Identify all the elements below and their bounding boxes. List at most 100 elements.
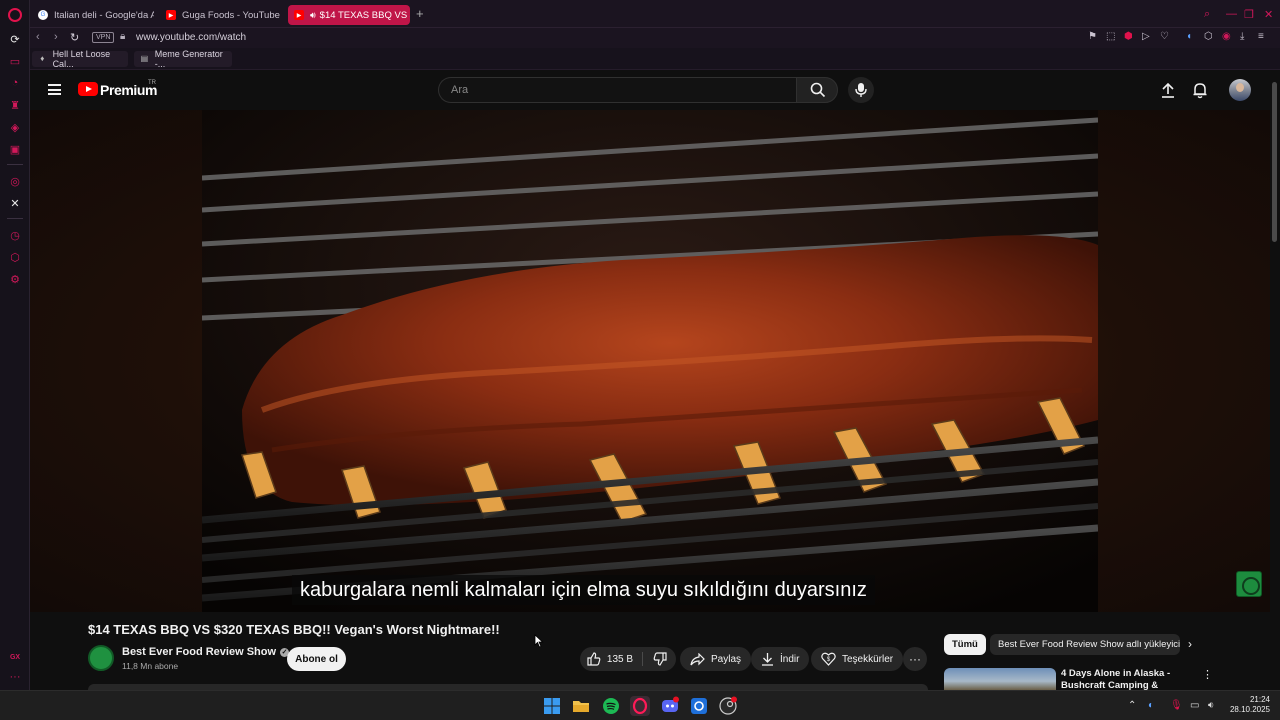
speed-dial-icon[interactable]: ▭ [8, 54, 22, 68]
profile-icon[interactable]: ◉ [1222, 31, 1231, 42]
tab-google[interactable]: G Italian deli - Google'da Ara [32, 5, 154, 25]
snapshot-icon[interactable]: ⬚ [1106, 31, 1115, 42]
x-twitter-icon[interactable]: ✕ [8, 196, 22, 210]
thanks-button[interactable]: $ Teşekkürler [811, 647, 904, 671]
bookmark-meme-generator[interactable]: ▤ Meme Generator -... [134, 49, 232, 69]
account-avatar[interactable] [1229, 79, 1251, 101]
bookmark-page-icon[interactable]: ⚑ [1088, 31, 1097, 42]
opera-gx-taskbar-icon[interactable] [630, 696, 650, 716]
thumbs-up-icon [587, 652, 601, 666]
channel-avatar[interactable] [88, 645, 114, 671]
channel-name[interactable]: Best Ever Food Review Show ✓ [122, 646, 290, 658]
share-button[interactable]: Paylaş [680, 647, 752, 671]
tray-chevron-up-icon[interactable]: ⌃ [1128, 700, 1136, 711]
reload-icon[interactable]: ⟳ [8, 32, 22, 46]
discord-icon[interactable] [660, 696, 680, 716]
clock-time: 21:24 [1249, 695, 1270, 704]
notifications-bell-icon[interactable] [1191, 81, 1209, 99]
recommendation-title[interactable]: 4 Days Alone in Alaska - Bushcraft Campi… [1061, 668, 1196, 690]
search-tabs-icon[interactable]: ⌕ [1204, 8, 1210, 21]
clock-icon[interactable]: ◷ [8, 228, 22, 242]
youtube-logo-icon[interactable] [78, 82, 98, 96]
like-dislike-group: 135 B [580, 647, 676, 671]
chip-all[interactable]: Tümü [944, 634, 986, 655]
upload-icon[interactable] [1159, 81, 1177, 99]
speaker-icon[interactable]: 🔊︎ [310, 10, 316, 21]
bookmark-label: Hell Let Loose Cal... [52, 49, 111, 69]
channel-watermark-icon[interactable] [1236, 571, 1262, 597]
video-title: $14 TEXAS BBQ VS $320 TEXAS BBQ!! Vegan'… [88, 622, 500, 637]
subscribe-button[interactable]: Abone ol [287, 647, 346, 671]
settings-icon[interactable]: ⚙ [8, 272, 22, 286]
bookmark-label: Meme Generator -... [154, 49, 223, 69]
search-input[interactable] [439, 78, 796, 102]
download-button[interactable]: İndir [751, 647, 810, 671]
tray-mic-icon[interactable]: 🎙︎ [1170, 700, 1183, 711]
twitch-icon[interactable]: ▣ [8, 142, 22, 156]
minimize-icon[interactable]: — [1226, 8, 1237, 20]
dislike-button[interactable] [644, 647, 676, 671]
taskbar-clock[interactable]: 21:24 28.10.2025 [1226, 695, 1270, 715]
scrollbar-thumb[interactable] [1272, 82, 1277, 242]
share-label: Paylaş [711, 653, 742, 665]
tab-texas-bbq[interactable]: ▶ 🔊︎ $14 TEXAS BBQ VS $320 TEXAS BBQ!! V… [288, 5, 410, 25]
tray-volume-icon[interactable]: 🔉︎ [1208, 700, 1214, 711]
gx-control-icon[interactable]: ♜ [8, 98, 22, 112]
hamburger-menu-icon[interactable] [48, 84, 61, 95]
opera-logo-icon[interactable] [8, 8, 22, 22]
channel-name-text[interactable]: Best Ever Food Review Show [122, 646, 276, 658]
video-player[interactable] [202, 110, 1098, 612]
forward-icon[interactable]: › [54, 31, 58, 43]
player-icon[interactable]: ▷ [1142, 31, 1150, 42]
chevron-right-icon[interactable]: › [1188, 637, 1192, 651]
tab-bar: G Italian deli - Google'da Ara ▶ Guga Fo… [30, 0, 1280, 28]
recommendation-thumbnail[interactable] [944, 668, 1056, 690]
search-box [438, 77, 796, 103]
tab-guga-foods[interactable]: ▶ Guga Foods - YouTube [160, 5, 282, 25]
steam-icon[interactable] [718, 696, 738, 716]
lock-icon[interactable]: 🔒︎ [120, 31, 125, 42]
back-icon[interactable]: ‹ [36, 31, 40, 43]
windows-start-icon[interactable] [542, 696, 562, 716]
page-scrollbar[interactable] [1270, 70, 1280, 690]
file-explorer-icon[interactable] [571, 696, 591, 716]
url-field[interactable]: www.youtube.com/watch [136, 32, 246, 43]
video-frame-ribs-on-grill [202, 110, 1098, 612]
restore-icon[interactable]: ❐ [1244, 8, 1254, 21]
tray-app-icon[interactable]: ◐ [1148, 700, 1154, 711]
bookmark-hell-let-loose[interactable]: ♦ Hell Let Loose Cal... [32, 49, 128, 69]
thumbs-down-icon [653, 652, 667, 666]
extension-icon[interactable]: ◖ [1186, 31, 1192, 42]
app-blue-icon[interactable] [689, 696, 709, 716]
new-tab-plus-icon[interactable]: + [416, 7, 424, 21]
adblock-icon[interactable]: ⬢ [1124, 31, 1133, 42]
chip-from-uploader[interactable]: Best Ever Food Review Show adlı yükleyic… [990, 634, 1180, 655]
windows-taskbar: ⌃ ◐ 🎙︎ ▭ 🔉︎ 21:24 28.10.2025 [0, 690, 1280, 720]
tray-network-icon[interactable]: ▭ [1190, 700, 1199, 711]
sidebar-divider [7, 218, 23, 219]
reload-icon[interactable]: ↻ [70, 31, 79, 44]
voice-search-button[interactable] [848, 77, 874, 103]
heart-icon[interactable]: ♡ [1160, 31, 1169, 42]
menu-icon[interactable]: ≡ [1258, 31, 1264, 42]
vpn-badge[interactable]: VPN [92, 32, 115, 43]
opera-sidebar: ⟳ ▭ ◔ ♜ ◈ ▣ ◎ ✕ ◷ ⬡ ⚙ GX ··· [0, 0, 30, 690]
extensions-puzzle-icon[interactable]: ⬡ [1204, 31, 1213, 42]
youtube-icon: ▶ [294, 10, 304, 20]
recommendation-menu-icon[interactable]: ⋮ [1202, 668, 1213, 681]
svg-text:$: $ [827, 657, 831, 663]
extensions-icon[interactable]: ⬡ [8, 250, 22, 264]
instagram-icon[interactable]: ◎ [8, 174, 22, 188]
like-button[interactable]: 135 B [580, 647, 640, 671]
search-button[interactable] [796, 77, 838, 103]
history-icon[interactable]: ◔ [8, 76, 22, 90]
like-divider [642, 652, 643, 666]
more-actions-icon[interactable]: ··· [903, 647, 927, 671]
more-icon[interactable]: ··· [8, 670, 22, 684]
sidebar-divider [7, 164, 23, 165]
download-icon[interactable]: ⤓ [1240, 31, 1244, 42]
close-icon[interactable]: ✕ [1264, 8, 1273, 21]
spotify-icon[interactable] [601, 696, 621, 716]
gx-corner-icon[interactable]: ◈ [8, 120, 22, 134]
windows-logo-icon [544, 698, 560, 714]
